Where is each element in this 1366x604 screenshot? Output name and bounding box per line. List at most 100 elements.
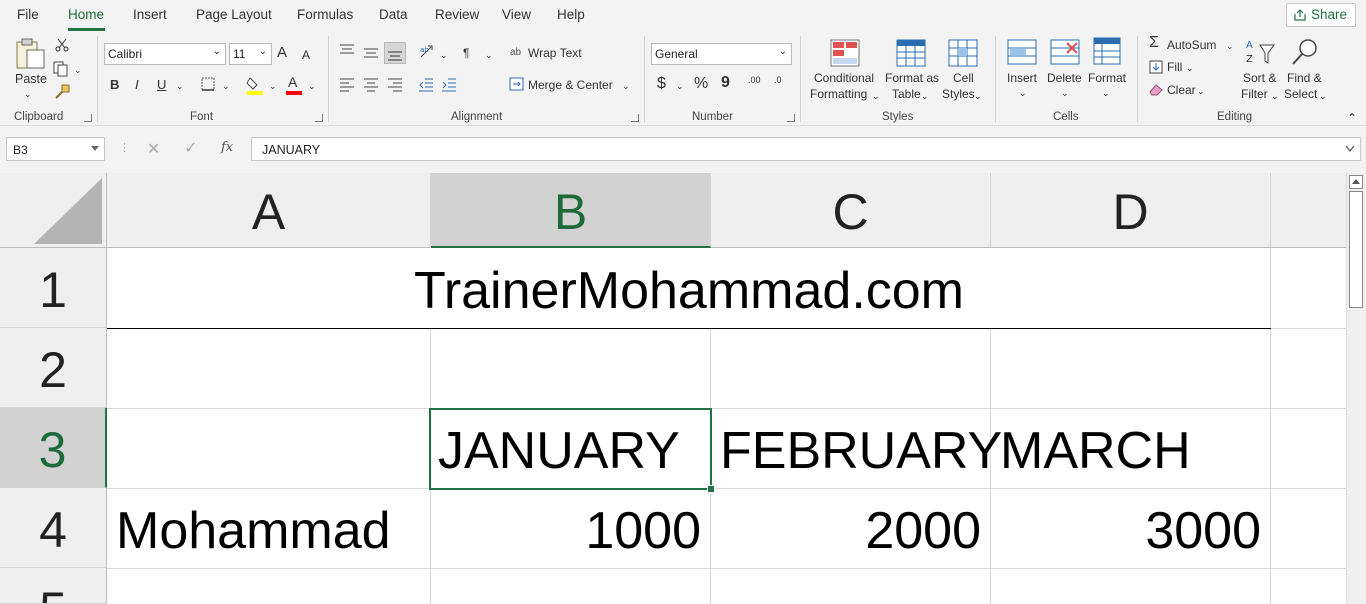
chevron-down-icon[interactable]: ⌄ [1102,85,1110,101]
text-direction-icon[interactable]: ¶ [463,45,469,61]
menu-help[interactable]: Help [557,7,585,22]
chevron-down-icon[interactable]: ⌄ [1186,60,1194,76]
format-painter-icon[interactable] [54,84,70,100]
format-label[interactable]: Format [1088,70,1126,86]
find-select-label-1[interactable]: Find & [1287,70,1322,86]
font-color-button[interactable]: A [288,74,297,90]
menu-view[interactable]: View [502,7,531,22]
chevron-down-icon[interactable]: ⌄ [308,78,316,94]
sort-filter-label-1[interactable]: Sort & [1243,70,1276,86]
delete-cells-icon[interactable] [1050,39,1080,65]
sort-filter-label-2[interactable]: Filter [1241,86,1268,102]
collapse-ribbon-icon[interactable]: ⌃ [1347,110,1357,126]
chevron-down-icon[interactable]: ⌄ [921,88,929,104]
cell-styles-label-2[interactable]: Styles [942,86,975,102]
align-center-icon[interactable] [363,78,379,92]
name-box[interactable]: B3 [6,137,105,161]
scroll-up-icon[interactable] [1349,175,1363,189]
cell-a4[interactable]: Mohammad [116,501,391,561]
clipboard-launcher-icon[interactable] [84,114,92,122]
cell-d3[interactable]: MARCH [1000,421,1191,481]
align-bottom-button[interactable] [384,42,406,64]
paste-icon[interactable] [14,38,46,70]
font-name-select[interactable]: Calibri ⌄ [104,43,226,65]
increase-decimal-button[interactable]: .00 [748,76,761,85]
paste-label[interactable]: Paste [15,71,47,87]
menu-home[interactable]: Home [68,7,104,22]
cell-c4[interactable]: 2000 [711,501,981,561]
enter-check-icon[interactable]: ✓ [184,138,197,158]
row-header-2[interactable]: 2 [0,328,107,408]
align-right-icon[interactable] [387,78,403,92]
row-header-4[interactable]: 4 [0,488,107,568]
menu-review[interactable]: Review [435,7,479,22]
cell-styles-icon[interactable] [948,39,978,67]
wrap-text-icon[interactable]: ab [510,45,521,61]
chevron-down-icon[interactable]: ⌄ [974,88,982,104]
fill-color-icon[interactable] [246,75,264,95]
find-select-icon[interactable] [1290,37,1320,67]
row-header-3[interactable]: 3 [0,408,107,488]
chevron-down-icon[interactable]: ⌄ [1019,85,1027,101]
chevron-down-icon[interactable]: ⌄ [269,78,277,94]
chevron-down-icon[interactable]: ⌄ [872,88,880,104]
row-header-5[interactable]: 5 [0,568,107,604]
align-top-icon[interactable] [339,44,355,58]
column-header-c[interactable]: C [711,173,991,248]
menu-insert[interactable]: Insert [133,7,167,22]
number-format-select[interactable]: General ⌄ [651,43,792,65]
format-cells-icon[interactable] [1093,37,1121,65]
format-as-table-label-2[interactable]: Table [892,86,921,102]
fill-handle[interactable] [707,485,715,493]
chevron-down-icon[interactable]: ⌄ [222,78,230,94]
format-as-table-label-1[interactable]: Format as [885,70,939,86]
insert-cells-icon[interactable] [1007,39,1037,65]
chevron-down-icon[interactable]: ⌄ [676,78,684,94]
decrease-indent-icon[interactable] [418,78,434,92]
autosum-button[interactable]: AutoSum [1167,37,1216,53]
number-launcher-icon[interactable] [787,114,795,122]
font-size-select[interactable]: 11 ⌄ [229,43,272,65]
copy-icon[interactable] [53,61,69,77]
delete-label[interactable]: Delete [1047,70,1082,86]
currency-button[interactable]: $ [657,76,666,92]
insert-function-button[interactable]: fx [221,140,233,155]
chevron-down-icon[interactable]: ⌄ [622,78,630,94]
select-all-button[interactable] [0,173,107,248]
decrease-decimal-button[interactable]: .0 [774,76,782,85]
autosum-icon[interactable]: Σ [1149,35,1159,51]
cut-icon[interactable] [55,38,69,52]
decrease-font-size-button[interactable]: A [302,47,310,63]
column-header-e[interactable] [1271,173,1346,248]
column-header-d[interactable]: D [991,173,1271,248]
increase-font-size-button[interactable]: A [277,45,287,61]
vertical-scrollbar[interactable] [1346,173,1366,604]
menu-data[interactable]: Data [379,7,408,22]
orientation-icon[interactable]: ab [418,42,436,60]
align-left-icon[interactable] [339,78,355,92]
conditional-formatting-icon[interactable] [830,39,860,67]
alignment-launcher-icon[interactable] [631,114,639,122]
cell-a1-merged-title[interactable]: TrainerMohammad.com [107,261,1271,321]
menu-file[interactable]: File [17,7,39,22]
merge-center-button[interactable]: Merge & Center [528,77,613,93]
underline-button[interactable]: U [157,77,166,93]
find-select-label-2[interactable]: Select [1284,86,1317,102]
chevron-down-icon[interactable]: ⌄ [1271,88,1279,104]
chevron-down-icon[interactable]: ⌄ [440,47,448,63]
chevron-down-icon[interactable]: ⌄ [1226,38,1234,54]
expand-formula-bar-icon[interactable] [1345,145,1355,153]
conditional-formatting-label-2[interactable]: Formatting [810,86,867,102]
share-button[interactable]: Share [1286,3,1356,27]
cell-b4[interactable]: 1000 [431,501,701,561]
italic-button[interactable]: I [135,77,139,93]
cell-c3[interactable]: FEBRUARY [720,421,1002,481]
wrap-text-button[interactable]: Wrap Text [528,45,582,61]
merge-center-icon[interactable] [509,77,524,91]
insert-label[interactable]: Insert [1007,70,1037,86]
chevron-down-icon[interactable]: ⌄ [485,47,493,63]
comma-style-button[interactable]: 9 [721,75,730,91]
clear-button[interactable]: Clear [1167,82,1196,98]
conditional-formatting-label-1[interactable]: Conditional [814,70,874,86]
menu-page-layout[interactable]: Page Layout [196,7,272,22]
